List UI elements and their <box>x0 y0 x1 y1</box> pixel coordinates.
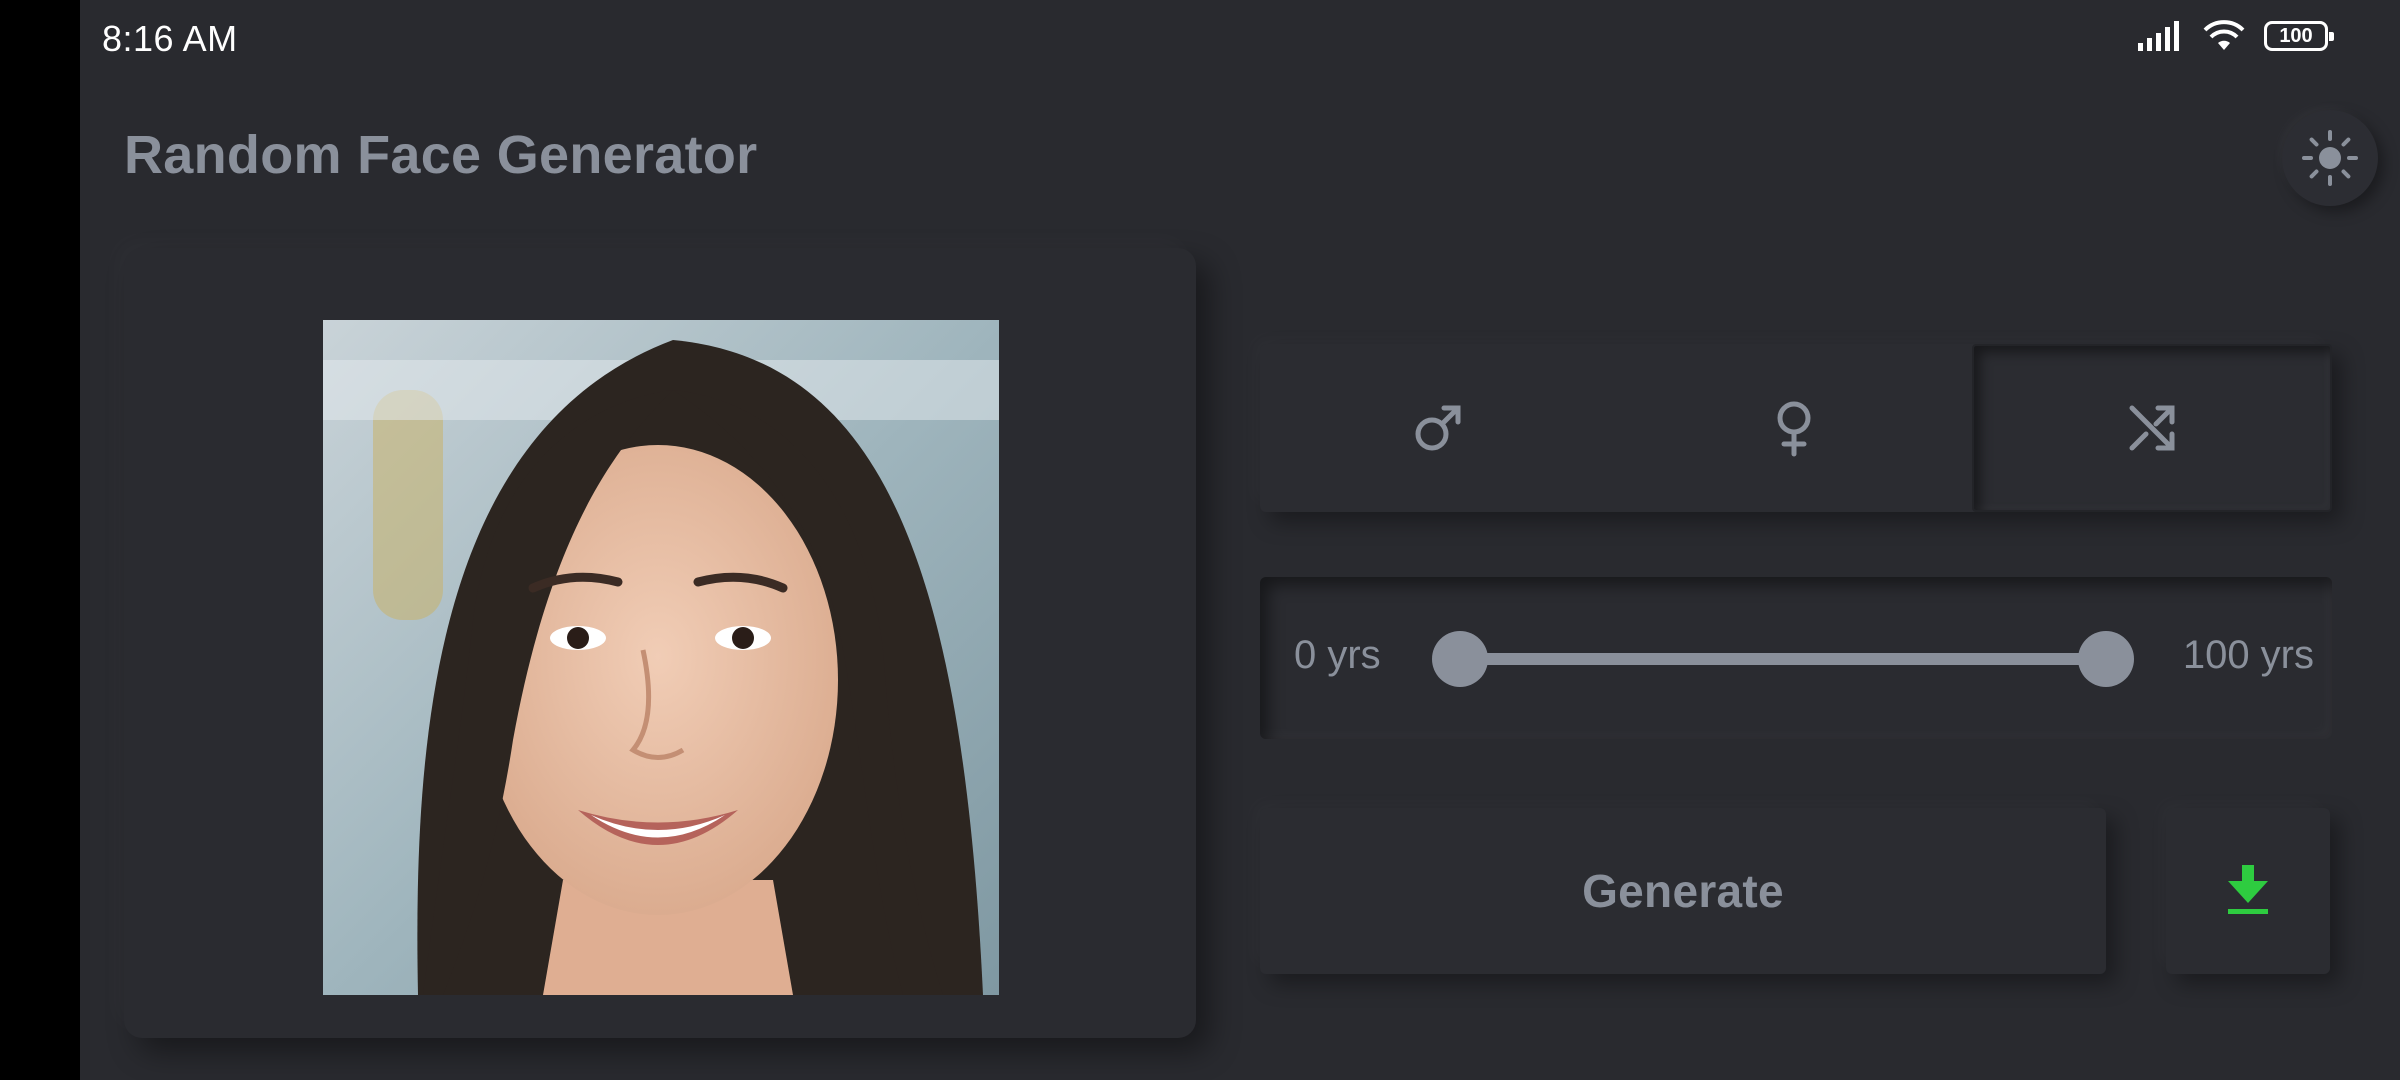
sun-icon <box>2302 130 2358 186</box>
female-icon <box>1777 401 1811 457</box>
signal-icon <box>2138 21 2179 51</box>
wifi-icon <box>2203 20 2245 50</box>
controls-panel: 0 yrs 100 yrs Generate <box>1260 282 2340 1002</box>
gender-random-button[interactable] <box>1972 344 2332 512</box>
age-min-label: 0 yrs <box>1294 633 1381 677</box>
gender-male-button[interactable] <box>1260 344 1616 512</box>
app-title: Random Face Generator <box>124 125 758 185</box>
download-button[interactable] <box>2166 808 2330 974</box>
status-icons: 100 <box>2138 20 2334 52</box>
age-range-slider-panel: 0 yrs 100 yrs <box>1260 577 2332 739</box>
age-max-label: 100 yrs <box>2182 633 2314 677</box>
generate-button[interactable]: Generate <box>1260 808 2106 974</box>
battery-icon: 100 <box>2264 21 2334 51</box>
download-icon <box>2228 865 2268 914</box>
shuffle-icon <box>2129 405 2175 451</box>
app-screen: 8:16 AM 100 Random Face Generator 0 yrs … <box>80 0 2400 1080</box>
age-slider-max-thumb[interactable] <box>2078 631 2134 687</box>
theme-toggle-button[interactable] <box>2282 110 2378 206</box>
face-image-card <box>124 248 1196 1038</box>
face-image <box>323 320 999 995</box>
age-slider-track[interactable] <box>1460 653 2106 665</box>
age-slider-min-thumb[interactable] <box>1432 631 1488 687</box>
status-time: 8:16 AM <box>102 18 238 59</box>
gender-selector <box>1260 344 2332 512</box>
male-icon <box>1415 405 1461 451</box>
gender-female-button[interactable] <box>1616 344 1972 512</box>
